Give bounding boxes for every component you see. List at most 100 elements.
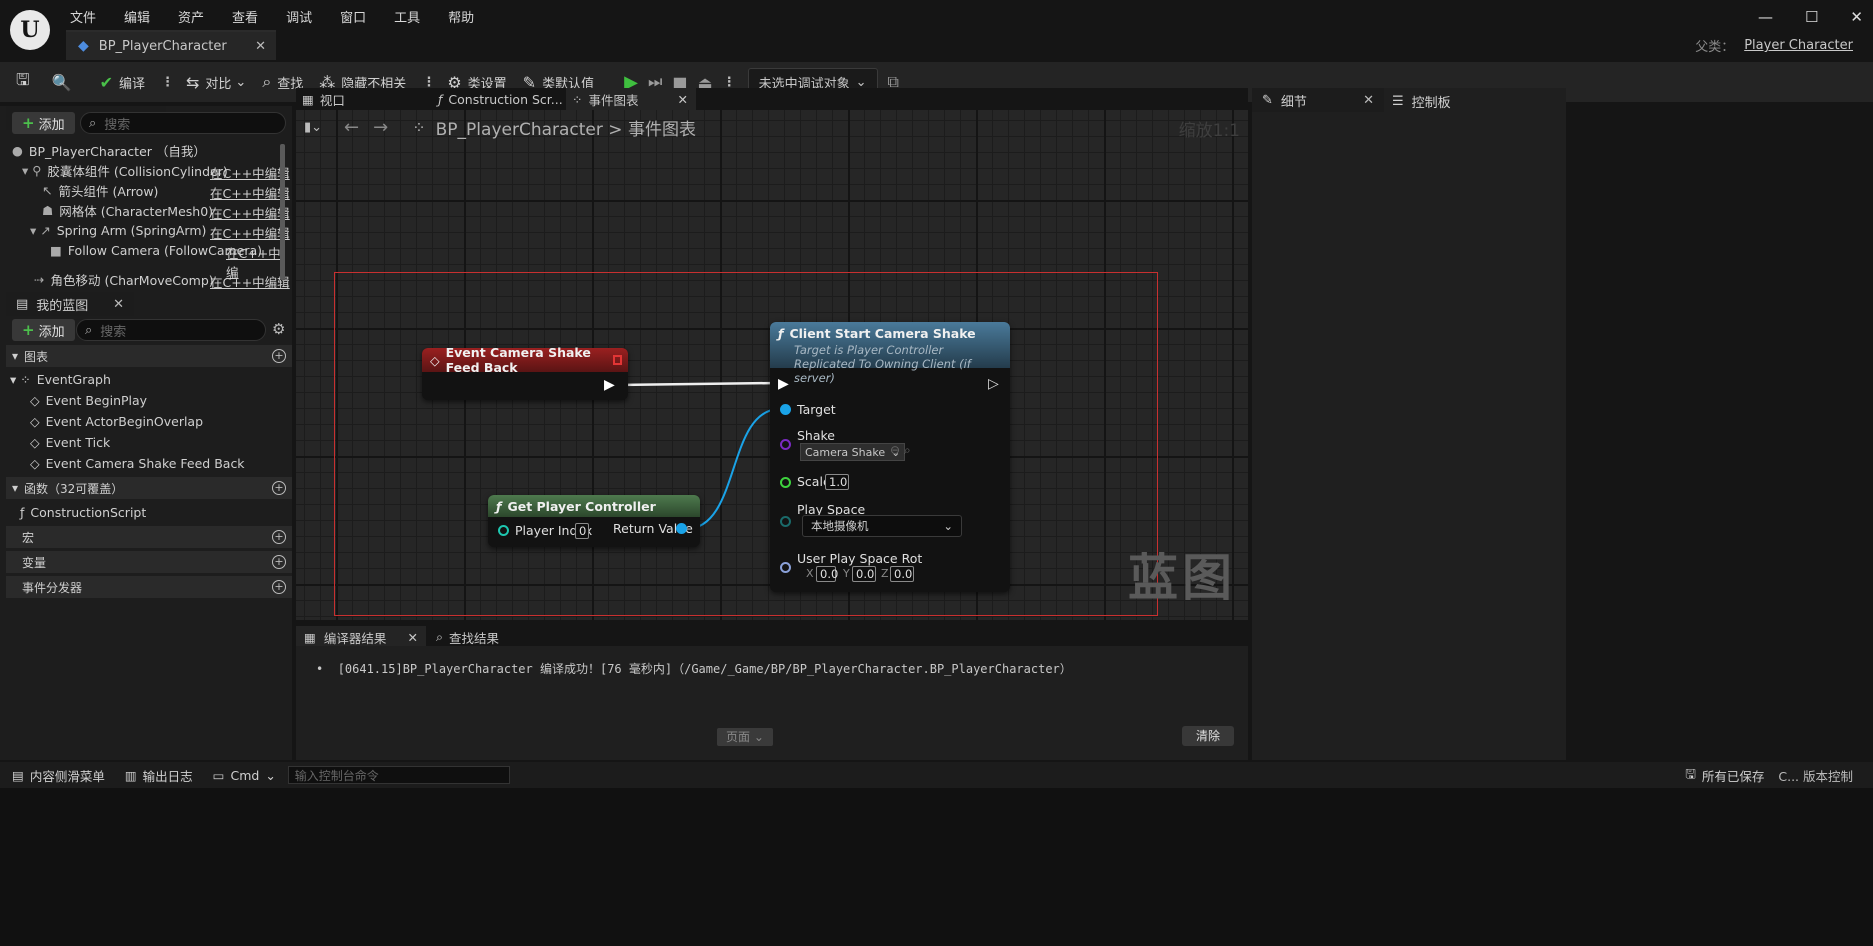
compile-button[interactable]: ✔ 编译 [100, 73, 145, 92]
tab-construction-script[interactable]: ƒ Construction Scr... [438, 88, 563, 110]
menu-file[interactable]: 文件 [70, 7, 96, 26]
rot-z-input[interactable]: 0.0 [890, 566, 914, 582]
page-dropdown[interactable]: 页面 ⌄ [717, 728, 773, 746]
close-icon[interactable]: ✕ [113, 297, 124, 312]
browse-icon[interactable]: ⌕ [904, 443, 911, 458]
chevron-down-icon: ⌄ [235, 74, 247, 90]
add-component-button[interactable]: + 添加 [12, 112, 75, 134]
add-member-button[interactable]: + 添加 [12, 319, 75, 341]
add-macro-icon[interactable]: + [272, 530, 286, 544]
tab-viewport[interactable]: ▦ 视口 [302, 88, 345, 110]
details-tab[interactable]: ✎ 细节 ✕ [1252, 88, 1384, 112]
scale-pin-icon[interactable] [780, 477, 791, 488]
components-scrollbar[interactable] [280, 144, 285, 280]
menu-view[interactable]: 查看 [232, 7, 258, 26]
graphs-section[interactable]: ▾ 图表 + [6, 345, 292, 367]
close-icon[interactable]: ✕ [1363, 93, 1374, 108]
minimize-icon[interactable]: — [1758, 8, 1773, 26]
rot-pin-icon[interactable] [780, 562, 791, 573]
browse-button[interactable]: 🔍 [52, 73, 78, 92]
document-tab[interactable]: ◆ BP_PlayerCharacter ✕ [66, 30, 276, 60]
event-graph-canvas[interactable]: ▮⌄ ← → ⁘ BP_PlayerCharacter > 事件图表 缩放1:1… [296, 110, 1248, 620]
menu-debug[interactable]: 调试 [286, 7, 312, 26]
diff-button[interactable]: ⇆ 对比 ⌄ [186, 73, 246, 92]
unreal-logo-icon[interactable]: U [10, 10, 50, 50]
event-item[interactable]: ◇ Event Tick [30, 435, 110, 450]
exec-in-pin-icon[interactable]: ▶ [778, 376, 789, 392]
delegate-pin-icon[interactable] [613, 355, 622, 365]
edit-in-cpp-link[interactable]: 在C++中编辑 [210, 163, 290, 182]
player-index-input[interactable]: 0 [575, 523, 589, 539]
book-icon: ▤ [16, 296, 29, 312]
functions-section[interactable]: ▾ 函数（32可覆盖） + [6, 477, 292, 499]
get-player-controller-node[interactable]: ƒ Get Player Controller Player Index 0 R… [488, 495, 700, 547]
construction-script-item[interactable]: ƒ ConstructionScript [20, 505, 146, 520]
macros-section[interactable]: 宏 + [6, 526, 292, 548]
tab-compiler-results[interactable]: ▦ 编译器结果 ✕ [296, 626, 426, 648]
play-space-dropdown[interactable]: 本地摄像机 ⌄ [802, 515, 962, 537]
gear-icon[interactable]: ⚙ [272, 320, 285, 338]
tab-find-results[interactable]: ⌕ 查找结果 [436, 626, 499, 648]
console-input[interactable]: 输入控制台命令 [287, 766, 510, 784]
save-button[interactable]: 🖫 [16, 69, 36, 96]
add-variable-icon[interactable]: + [272, 555, 286, 569]
menu-help[interactable]: 帮助 [448, 7, 474, 26]
add-graph-icon[interactable]: + [272, 349, 286, 363]
left-panel: ▣ 组件 ✕ +添加 ⌕搜索 ●BP_PlayerCharacter （自我） … [0, 106, 292, 760]
rot-y-input[interactable]: 0.0 [852, 566, 876, 582]
component-movement[interactable]: ⇢ 角色移动 (CharMoveComp) [34, 269, 214, 289]
my-blueprint-search-input[interactable]: ⌕ 搜索 [76, 319, 266, 341]
menu-asset[interactable]: 资产 [178, 7, 204, 26]
return-value-pin-icon[interactable] [676, 523, 687, 534]
dispatchers-section[interactable]: 事件分发器 + [6, 576, 292, 598]
close-tab-icon[interactable]: ✕ [255, 39, 266, 54]
close-window-icon[interactable]: ✕ [1850, 8, 1863, 26]
output-log-button[interactable]: ▥ 输出日志 [125, 766, 193, 785]
component-self[interactable]: ● BP_PlayerCharacter （自我） [12, 140, 206, 160]
component-capsule[interactable]: ▾ ⚲ 胶囊体组件 (CollisionCylinder) [22, 160, 228, 180]
use-selected-icon[interactable]: ⊖ [890, 443, 900, 457]
edit-in-cpp-link[interactable]: 在C++中编辑 [210, 183, 290, 202]
save-status[interactable]: 🖫 所有已保存 C... 版本控制 [1685, 765, 1853, 786]
play-space-pin-icon[interactable] [780, 516, 791, 527]
content-drawer-button[interactable]: ▤ 内容侧滑菜单 [12, 766, 105, 785]
event-item[interactable]: ◇ Event Camera Shake Feed Back [30, 456, 245, 471]
component-arrow[interactable]: ↖ 箭头组件 (Arrow) [42, 180, 158, 200]
exec-out-pin-icon[interactable]: ▷ [988, 376, 999, 392]
components-search-input[interactable]: ⌕ 搜索 [80, 112, 286, 134]
scale-input[interactable]: 1.0 [825, 474, 849, 490]
palette-tab[interactable]: ☰ 控制板 [1392, 92, 1451, 111]
close-icon[interactable]: ✕ [678, 92, 688, 107]
client-start-camera-shake-node[interactable]: ƒ Client Start Camera Shake Target is Pla… [770, 322, 1010, 592]
event-graph-item[interactable]: ▾ ⁘ EventGraph [10, 372, 111, 387]
cmd-dropdown[interactable]: ▭ Cmd ⌄ [213, 768, 276, 783]
menu-tools[interactable]: 工具 [394, 7, 420, 26]
edit-in-cpp-link[interactable]: 在C++中编辑 [210, 203, 290, 222]
edit-in-cpp-link[interactable]: 在C++中编辑 [210, 272, 290, 291]
menu-edit[interactable]: 编辑 [124, 7, 150, 26]
component-springarm[interactable]: ▾ ↗ Spring Arm (SpringArm) [30, 220, 206, 240]
source-control-label[interactable]: C... 版本控制 [1778, 766, 1853, 785]
target-pin-icon[interactable] [780, 404, 791, 415]
rot-x-input[interactable]: 0.0 [816, 566, 838, 582]
compile-check-icon: ✔ [99, 72, 113, 92]
maximize-icon[interactable]: ☐ [1805, 8, 1818, 26]
exec-out-pin-icon[interactable]: ▶ [604, 377, 615, 393]
parent-class-link[interactable]: Player Character [1744, 38, 1853, 53]
component-mesh[interactable]: ☗ 网格体 (CharacterMesh0) [42, 200, 213, 220]
variables-section[interactable]: 变量 + [6, 551, 292, 573]
menu-window[interactable]: 窗口 [340, 7, 366, 26]
event-item[interactable]: ◇ Event BeginPlay [30, 393, 147, 408]
clear-button[interactable]: 清除 [1182, 726, 1234, 746]
arrow-icon: ↖ [42, 182, 53, 198]
add-dispatcher-icon[interactable]: + [272, 580, 286, 594]
compile-options-icon[interactable]: ⋮ [161, 75, 174, 90]
event-node[interactable]: ◇ Event Camera Shake Feed Back ▶ [422, 345, 628, 400]
event-item[interactable]: ◇ Event ActorBeginOverlap [30, 414, 203, 429]
add-function-icon[interactable]: + [272, 481, 286, 495]
tab-event-graph[interactable]: ⁘ 事件图表 ✕ [566, 88, 696, 110]
my-blueprint-tab[interactable]: ▤ 我的蓝图 ✕ [6, 292, 134, 316]
close-icon[interactable]: ✕ [408, 630, 418, 645]
player-index-pin-icon[interactable] [498, 525, 509, 536]
shake-pin-icon[interactable] [780, 439, 791, 450]
